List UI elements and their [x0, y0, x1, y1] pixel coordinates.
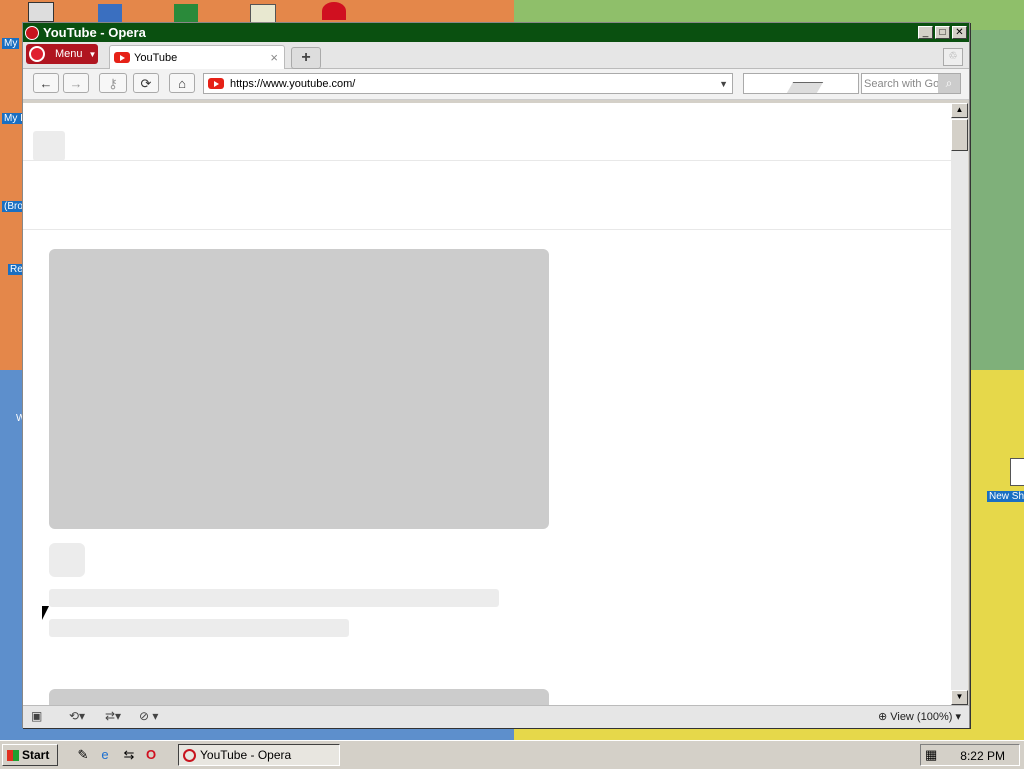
zoom-control[interactable]: ⊕ View (100%) ▾ [878, 710, 961, 723]
back-button[interactable]: ← [33, 73, 59, 93]
divider [23, 160, 951, 161]
clock[interactable]: 8:22 PM [960, 749, 1005, 763]
page-content [23, 103, 951, 705]
address-bar[interactable]: https://www.youtube.com/ ▼ [203, 73, 733, 94]
search-icon[interactable]: ⌕ [938, 74, 960, 93]
window-title: YouTube - Opera [43, 25, 146, 40]
key-button[interactable]: ⚷ [99, 73, 127, 93]
scroll-thumb[interactable] [951, 119, 968, 151]
menu-label: Menu [55, 48, 83, 60]
search-placeholder: Search with Go [864, 77, 938, 90]
opera-menu-button[interactable]: Menu ▼ [26, 44, 98, 64]
chevron-down-icon: ▼ [88, 49, 97, 59]
computer-icon[interactable] [28, 2, 54, 22]
browser-window: YouTube - Opera _ □ ✕ Menu ▼ YouTube × +… [22, 22, 970, 728]
zoom-label: View (100%) [890, 711, 953, 723]
site-icon [208, 78, 224, 89]
home-button[interactable]: ⌂ [169, 73, 195, 93]
document-icon[interactable] [1010, 458, 1024, 486]
tab-label: YouTube [134, 51, 178, 64]
youtube-favicon-icon [114, 52, 130, 63]
chevron-down-icon[interactable]: ▼ [719, 79, 728, 89]
tray-app-icon[interactable]: ▦ [925, 747, 937, 763]
blocked-icon[interactable]: ⊘ ▾ [139, 709, 158, 723]
wallpaper-green-strip [970, 30, 1024, 370]
avatar-placeholder [49, 543, 85, 577]
network-icon[interactable] [98, 4, 122, 22]
tab-youtube[interactable]: YouTube × [109, 45, 285, 69]
status-bar: ▣ ⟲▾ ⇄▾ ⊘ ▾ ⊕ View (100%) ▾ [23, 705, 969, 728]
windows-flag-icon [7, 750, 19, 762]
subtitle-line-placeholder [49, 619, 349, 637]
internet-explorer-icon[interactable]: e [96, 746, 114, 764]
opera-quicklaunch-icon[interactable]: O [142, 746, 160, 764]
chevron-down-icon: ▾ [955, 711, 961, 723]
system-tray: ▦ 8:22 PM [920, 744, 1020, 766]
video-thumbnail-placeholder[interactable] [49, 689, 549, 705]
title-bar[interactable]: YouTube - Opera _ □ ✕ [23, 23, 969, 42]
desktop-label-my-computer[interactable]: My [2, 38, 20, 49]
speed-dial-preview[interactable] [743, 73, 859, 94]
opera-logo-icon [183, 748, 196, 762]
taskbar-item-label: YouTube - Opera [200, 748, 292, 762]
divider [23, 229, 951, 230]
show-desktop-icon[interactable]: ✎ [74, 746, 92, 764]
taskbar: Start ✎ e ⇆ O YouTube - Opera ▦ 8:22 PM [0, 740, 1024, 769]
minimize-button[interactable]: _ [918, 26, 933, 39]
tab-bar: Menu ▼ YouTube × + ♲ [23, 42, 969, 69]
logo-placeholder [33, 131, 65, 161]
new-tab-button[interactable]: + [291, 47, 321, 69]
reload-button[interactable]: ⟳ [133, 73, 159, 93]
tab-close-icon[interactable]: × [270, 50, 278, 65]
title-line-placeholder [49, 589, 499, 607]
network-icon[interactable]: ⇆ [120, 746, 138, 764]
panel-toggle-icon[interactable]: ▣ [31, 709, 42, 723]
forward-button[interactable]: → [63, 73, 89, 93]
opera-logo-icon [29, 46, 45, 62]
close-button[interactable]: ✕ [952, 26, 967, 39]
maximize-button[interactable]: □ [935, 26, 950, 39]
excel-icon[interactable] [174, 4, 198, 22]
sync-icon[interactable]: ⟲▾ [69, 709, 85, 723]
search-field[interactable]: Search with Go ⌕ [861, 73, 961, 94]
taskbar-item-opera[interactable]: YouTube - Opera [178, 744, 340, 766]
video-thumbnail-placeholder[interactable] [49, 249, 549, 529]
scroll-down-icon[interactable]: ▼ [951, 690, 968, 705]
vertical-scrollbar[interactable]: ▲ ▼ [951, 103, 968, 705]
share-icon[interactable]: ⇄▾ [105, 709, 121, 723]
desktop-label-new-shortcut[interactable]: New Sh [987, 491, 1024, 502]
url-text[interactable]: https://www.youtube.com/ [230, 78, 719, 90]
clock-icon[interactable] [250, 4, 276, 24]
mouse-cursor-icon [42, 606, 49, 620]
start-button[interactable]: Start [2, 744, 58, 766]
trash-icon[interactable]: ♲ [943, 48, 963, 66]
scroll-up-icon[interactable]: ▲ [951, 103, 968, 118]
navigation-bar: ← → ⚷ ⟳ ⌂ https://www.youtube.com/ ▼ Sea… [23, 69, 969, 100]
opera-desktop-icon[interactable] [322, 2, 346, 20]
start-label: Start [22, 748, 50, 762]
opera-logo-icon [25, 25, 39, 40]
zoom-icon: ⊕ [877, 711, 888, 723]
